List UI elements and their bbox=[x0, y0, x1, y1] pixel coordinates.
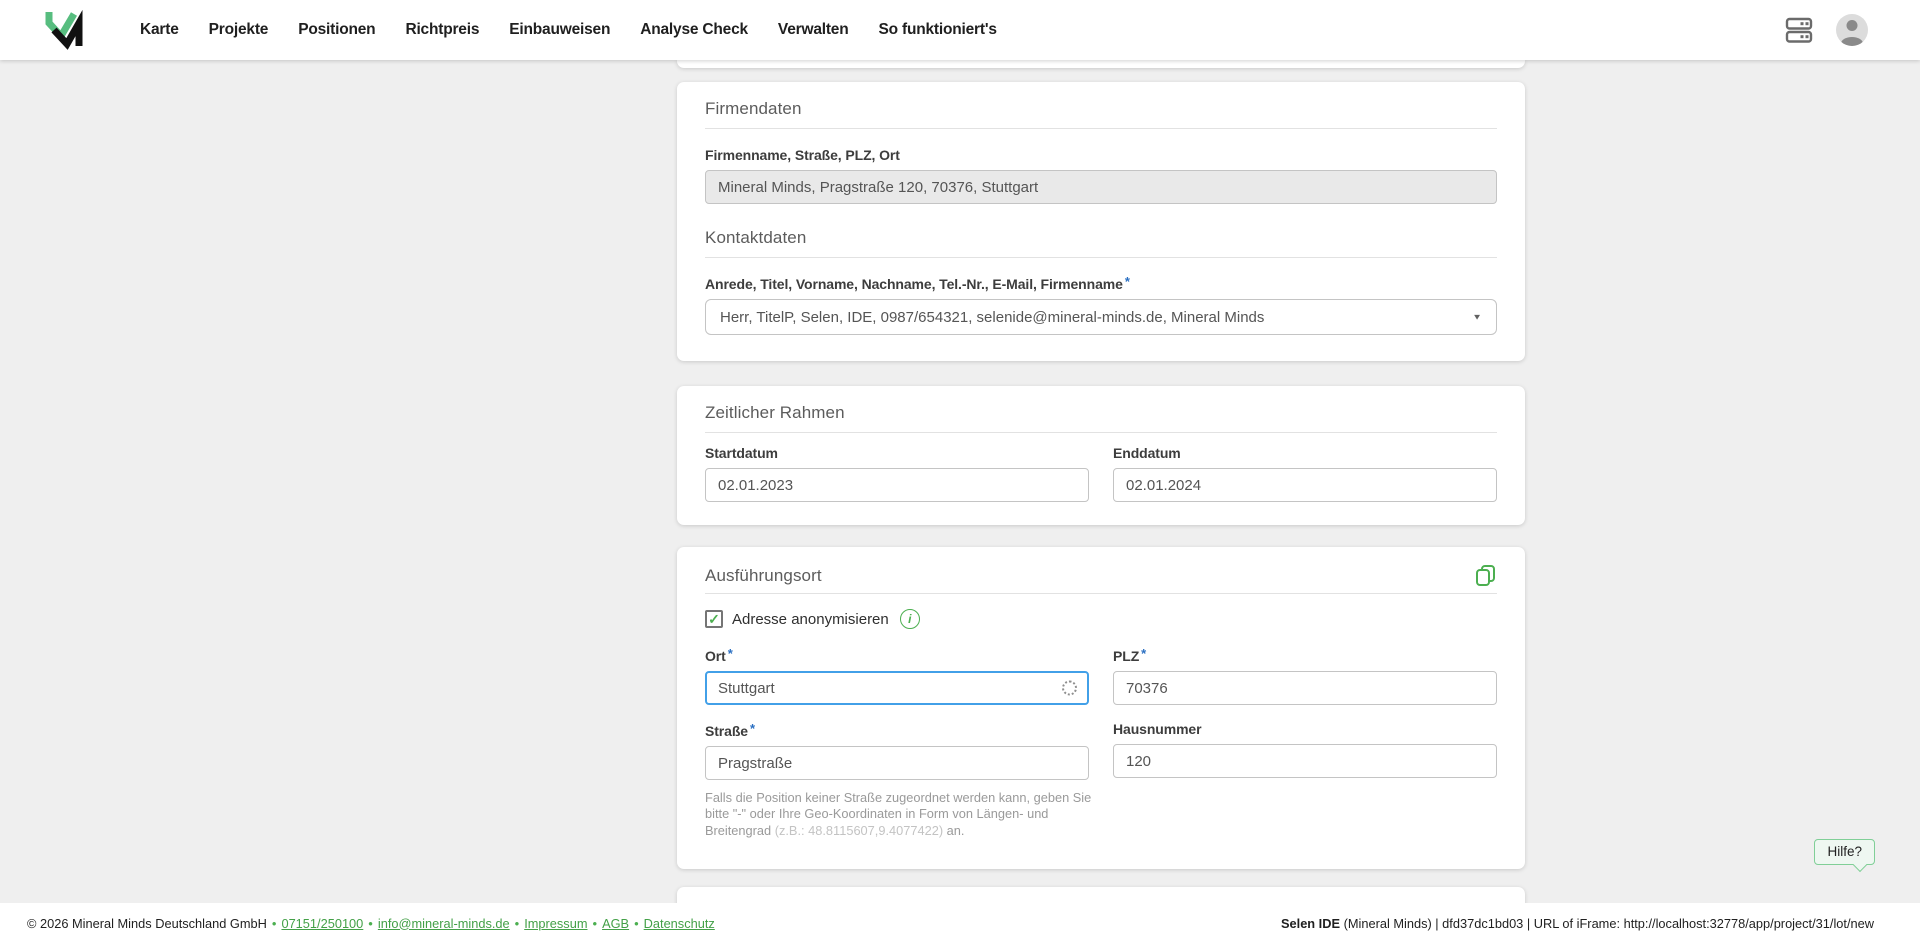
strasse-label-text: Straße bbox=[705, 723, 748, 739]
top-navbar: Karte Projekte Positionen Richtpreis Ein… bbox=[0, 0, 1920, 60]
section-title-kontaktdaten: Kontaktdaten bbox=[705, 228, 807, 247]
plz-label-text: PLZ bbox=[1113, 648, 1140, 664]
plz-label: PLZ * bbox=[1113, 646, 1497, 664]
separator-dot: • bbox=[514, 915, 520, 931]
ort-label-text: Ort bbox=[705, 648, 726, 664]
info-icon[interactable]: i bbox=[899, 609, 920, 629]
divider bbox=[705, 593, 1497, 594]
help-text-example: (z.B.: 48.8115607,9.4077422) bbox=[774, 822, 944, 838]
enddatum-input[interactable] bbox=[1113, 468, 1497, 502]
company-field-label: Firmenname, Straße, PLZ, Ort bbox=[705, 147, 900, 163]
user-avatar[interactable] bbox=[1836, 14, 1868, 46]
divider bbox=[705, 128, 1497, 129]
ort-label: Ort * bbox=[705, 646, 1089, 664]
contact-select[interactable]: Herr, TitelP, Selen, IDE, 0987/654321, s… bbox=[705, 299, 1497, 335]
strasse-label: Straße * bbox=[705, 721, 1089, 739]
contact-select-value: Herr, TitelP, Selen, IDE, 0987/654321, s… bbox=[720, 308, 1265, 326]
section-title-ausfuehrungsort: Ausführungsort bbox=[705, 565, 822, 585]
nav-item-positionen[interactable]: Positionen bbox=[298, 21, 375, 39]
required-asterisk: * bbox=[1141, 646, 1147, 661]
contact-field-label-text: Anrede, Titel, Vorname, Nachname, Tel.-N… bbox=[705, 276, 1123, 292]
loading-spinner-icon bbox=[1062, 680, 1077, 696]
chevron-down-icon: ▼ bbox=[1472, 312, 1482, 322]
footer: © 2026 Mineral Minds Deutschland GmbH • … bbox=[0, 903, 1920, 943]
nav-item-richtpreis[interactable]: Richtpreis bbox=[405, 21, 479, 39]
navbar-actions bbox=[1784, 14, 1868, 46]
required-asterisk: * bbox=[749, 721, 755, 736]
nav-item-karte[interactable]: Karte bbox=[140, 21, 179, 39]
nav-item-analyse-check[interactable]: Analyse Check bbox=[640, 21, 748, 39]
divider bbox=[705, 257, 1497, 258]
startdatum-label: Startdatum bbox=[705, 445, 778, 461]
timeframe-card: Zeitlicher Rahmen Startdatum Enddatum bbox=[677, 386, 1525, 525]
mineral-minds-logo[interactable] bbox=[44, 9, 84, 51]
footer-link-impressum[interactable]: Impressum bbox=[524, 916, 587, 931]
footer-status: Selen IDE (Mineral Minds) | dfd37dc1bd03… bbox=[1281, 916, 1874, 931]
main-navigation: Karte Projekte Positionen Richtpreis Ein… bbox=[140, 21, 997, 39]
separator-dot: • bbox=[271, 915, 277, 931]
required-asterisk: * bbox=[727, 646, 733, 661]
footer-link-agb[interactable]: AGB bbox=[602, 916, 629, 931]
hausnummer-label: Hausnummer bbox=[1113, 721, 1202, 737]
hausnummer-input[interactable] bbox=[1113, 744, 1497, 778]
copy-icon[interactable] bbox=[1474, 564, 1497, 587]
checkmark-icon: ✓ bbox=[708, 611, 720, 627]
footer-link-datenschutz[interactable]: Datenschutz bbox=[644, 916, 715, 931]
bubble-tail bbox=[1852, 857, 1868, 873]
company-contact-card: Firmendaten Firmenname, Straße, PLZ, Ort… bbox=[677, 82, 1525, 361]
footer-link-phone[interactable]: 07151/250100 bbox=[281, 916, 363, 931]
startdatum-input[interactable] bbox=[705, 468, 1089, 502]
location-card: Ausführungsort ✓ Adresse anonymisieren i… bbox=[677, 547, 1525, 870]
anonymize-checkbox[interactable]: ✓ bbox=[705, 610, 723, 628]
strasse-input[interactable] bbox=[705, 746, 1089, 780]
help-bubble-label: Hilfe? bbox=[1827, 844, 1862, 859]
status-detail: (Mineral Minds) | dfd37dc1bd03 | URL of … bbox=[1340, 915, 1874, 931]
footer-link-email[interactable]: info@mineral-minds.de bbox=[378, 916, 510, 931]
contact-field-label: Anrede, Titel, Vorname, Nachname, Tel.-N… bbox=[705, 274, 1497, 292]
company-summary-input bbox=[705, 170, 1497, 204]
form-column: Firmendaten Firmenname, Straße, PLZ, Ort… bbox=[677, 60, 1525, 943]
section-title-zeitlicher-rahmen: Zeitlicher Rahmen bbox=[705, 403, 845, 422]
server-icon[interactable] bbox=[1784, 15, 1814, 45]
street-help-text: Falls die Position keiner Straße zugeord… bbox=[705, 790, 1097, 839]
avatar-body-icon bbox=[1841, 37, 1863, 46]
section-title-firmendaten: Firmendaten bbox=[705, 99, 802, 118]
required-asterisk: * bbox=[1124, 274, 1130, 289]
status-app-name: Selen IDE bbox=[1280, 915, 1341, 931]
help-text-suffix: an. bbox=[943, 822, 965, 838]
ort-input[interactable] bbox=[705, 671, 1089, 705]
help-bubble-button[interactable]: Hilfe? bbox=[1814, 839, 1875, 873]
separator-dot: • bbox=[592, 915, 598, 931]
separator-dot: • bbox=[368, 915, 373, 931]
plz-input[interactable] bbox=[1113, 671, 1497, 705]
previous-card-partial bbox=[677, 60, 1525, 68]
avatar-head-icon bbox=[1846, 20, 1858, 31]
nav-item-einbauweisen[interactable]: Einbauweisen bbox=[509, 21, 610, 39]
divider bbox=[705, 432, 1497, 433]
anonymize-label: Adresse anonymisieren bbox=[732, 610, 889, 628]
nav-item-verwalten[interactable]: Verwalten bbox=[778, 21, 849, 39]
copyright-text: © 2026 Mineral Minds Deutschland GmbH bbox=[27, 915, 267, 931]
nav-item-projekte[interactable]: Projekte bbox=[209, 21, 269, 39]
enddatum-label: Enddatum bbox=[1113, 445, 1181, 461]
separator-dot: • bbox=[634, 915, 639, 931]
footer-left: © 2026 Mineral Minds Deutschland GmbH • … bbox=[27, 916, 715, 931]
nav-item-so-funktionierts[interactable]: So funktioniert's bbox=[879, 21, 997, 39]
